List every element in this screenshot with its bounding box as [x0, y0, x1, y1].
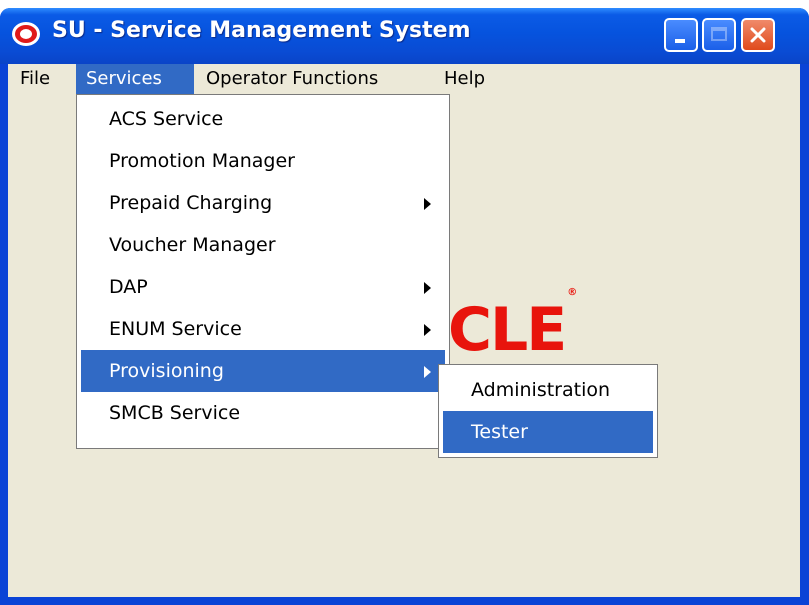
menu-item-dap[interactable]: DAP — [81, 266, 445, 308]
menu-item-label: ENUM Service — [109, 318, 242, 340]
menu-help[interactable]: Help — [438, 64, 491, 94]
minimize-icon — [675, 39, 685, 43]
menu-file[interactable]: File — [14, 64, 56, 94]
maximize-icon — [711, 27, 727, 41]
submenu-arrow-icon — [424, 324, 431, 336]
menu-item-smcb-service[interactable]: SMCB Service — [81, 392, 445, 434]
submenu-item-label: Tester — [471, 421, 528, 443]
menu-item-label: Voucher Manager — [109, 234, 276, 256]
menu-item-label: Promotion Manager — [109, 150, 295, 172]
menu-item-prepaid-charging[interactable]: Prepaid Charging — [81, 182, 445, 224]
submenu-item-administration[interactable]: Administration — [443, 369, 653, 411]
window-client-area: File Services Operator Functions Help CL… — [8, 64, 800, 597]
close-button[interactable] — [741, 18, 775, 52]
menu-item-enum-service[interactable]: ENUM Service — [81, 308, 445, 350]
menu-item-provisioning[interactable]: Provisioning — [81, 350, 445, 392]
menu-item-label: Provisioning — [109, 360, 224, 382]
oracle-background-logo: CLE® — [448, 287, 577, 365]
menu-item-label: SMCB Service — [109, 402, 241, 424]
submenu-arrow-icon — [424, 198, 431, 210]
submenu-item-tester[interactable]: Tester — [443, 411, 653, 453]
maximize-button[interactable] — [702, 18, 736, 52]
submenu-item-label: Administration — [471, 379, 611, 401]
menu-operator-functions[interactable]: Operator Functions — [200, 64, 384, 94]
menu-item-label: Prepaid Charging — [109, 192, 273, 214]
window-title: SU - Service Management System — [52, 18, 471, 43]
menu-item-voucher-manager[interactable]: Voucher Manager — [81, 224, 445, 266]
close-icon — [750, 27, 766, 43]
title-bar[interactable]: SU - Service Management System — [0, 8, 809, 64]
menu-item-promotion-manager[interactable]: Promotion Manager — [81, 140, 445, 182]
provisioning-submenu: Administration Tester — [438, 364, 658, 458]
submenu-arrow-icon — [424, 282, 431, 294]
oracle-app-icon — [12, 22, 40, 46]
app-window: SU - Service Management System File Serv… — [0, 8, 809, 605]
services-dropdown-menu: ACS Service Promotion Manager Prepaid Ch… — [76, 94, 450, 449]
menu-services[interactable]: Services — [76, 64, 194, 94]
menu-item-acs-service[interactable]: ACS Service — [81, 98, 445, 140]
menu-item-label: DAP — [109, 276, 148, 298]
menu-bar: File Services Operator Functions Help — [8, 64, 800, 94]
minimize-button[interactable] — [664, 18, 698, 52]
menu-item-label: ACS Service — [109, 108, 224, 130]
submenu-arrow-icon — [424, 366, 431, 378]
